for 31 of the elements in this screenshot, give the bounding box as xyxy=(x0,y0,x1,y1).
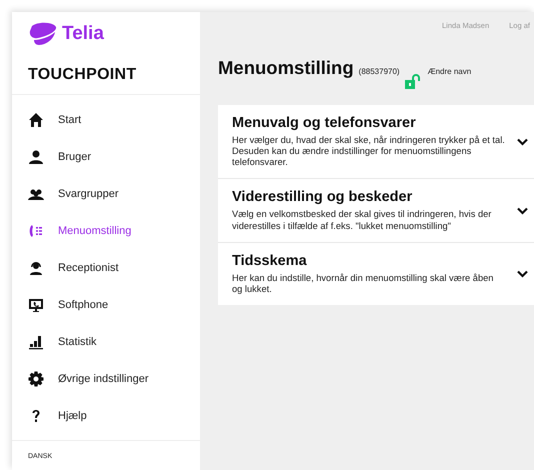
chevron-down-icon[interactable] xyxy=(517,206,528,215)
section-title: Viderestilling og beskeder xyxy=(232,189,414,206)
section-description: Her vælger du, hvad der skal ske, når indringeren trykker på et tal. Desuden kan du ændre indstillinger for menuomstillingens telefonsvarer. xyxy=(232,135,505,168)
home-icon xyxy=(28,112,44,128)
section-title: Menuvalg og telefonsvarer xyxy=(232,115,417,131)
nav-item[interactable]: Hjælp xyxy=(12,397,200,434)
page-title: Menuomstilling xyxy=(218,57,354,79)
nav-item[interactable]: Softphone xyxy=(12,286,200,323)
rename-link[interactable]: Ændre navn xyxy=(428,67,472,76)
nav-item[interactable]: Menuomstilling xyxy=(12,212,200,249)
settings-icon xyxy=(28,370,44,386)
nav-item[interactable]: Receptionist xyxy=(12,249,200,286)
phone-number: (88537970) xyxy=(358,67,400,76)
nav-item[interactable]: Bruger xyxy=(12,138,200,175)
section-description: Her kan du indstille, hvornår din menuomstilling skal være åben og lukket. xyxy=(232,272,494,296)
phone-menu-icon xyxy=(28,222,44,238)
nav-item[interactable]: Statistik xyxy=(12,323,200,360)
chevron-down-icon[interactable] xyxy=(517,270,528,278)
headset-icon xyxy=(28,260,44,276)
logo-text: Telia xyxy=(62,23,104,45)
chevron-down-icon[interactable] xyxy=(517,138,528,146)
nav-item[interactable]: Øvrige indstillinger xyxy=(12,360,200,397)
section-description: Vælg en velkomstbesked der skal gives til indringeren, hvis der viderestilles i tilfælde af f.eks. "lukket menuomstilling" xyxy=(232,209,492,232)
unlocked-lock-icon xyxy=(404,74,423,88)
monitor-icon xyxy=(28,296,44,312)
nav-item[interactable]: Start xyxy=(12,101,200,138)
nav-item[interactable]: Svargrupper xyxy=(12,175,200,212)
bar-chart-icon xyxy=(28,334,44,350)
person-icon xyxy=(28,148,44,164)
section-title: Tidsskema xyxy=(232,252,308,269)
logo-icon xyxy=(28,22,58,46)
